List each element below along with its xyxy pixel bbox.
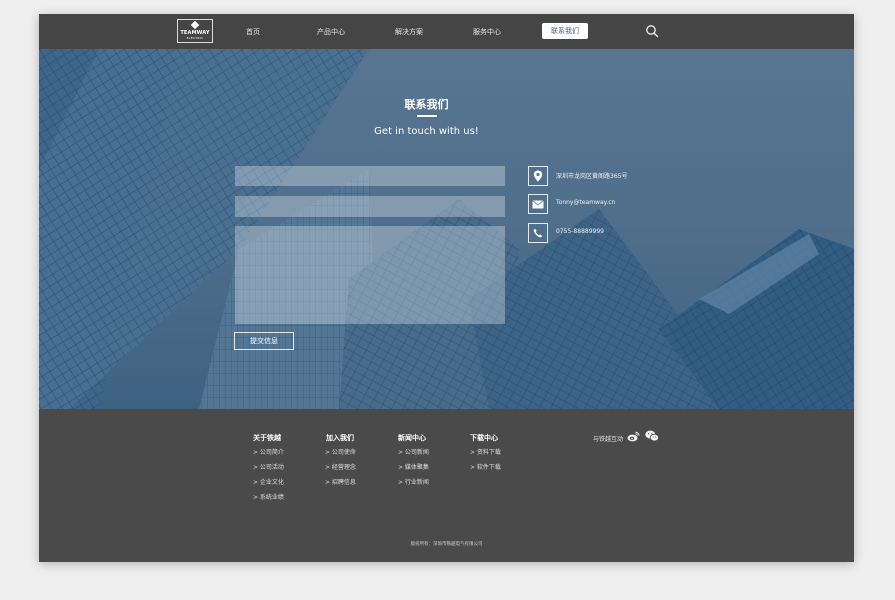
- nav-solutions[interactable]: 解决方案: [392, 24, 426, 40]
- email-field[interactable]: [235, 196, 505, 217]
- weibo-icon[interactable]: [627, 431, 640, 442]
- footer-col-download-title: 下载中心: [470, 433, 498, 442]
- page-frame: TEAMWAY ELECTRIC 首页 产品中心 解决方案 服务中心 联系我们: [39, 14, 854, 562]
- footer-link[interactable]: > 资料下载: [470, 447, 501, 456]
- search-icon[interactable]: [645, 24, 659, 38]
- page-subtitle: Get in touch with us!: [374, 126, 479, 137]
- footer-link[interactable]: > 媒体聚集: [398, 462, 429, 471]
- wechat-icon[interactable]: [645, 430, 659, 442]
- footer-link[interactable]: > 公司简介: [253, 447, 284, 456]
- footer-link[interactable]: > 软件下载: [470, 462, 501, 471]
- phone-icon: [528, 223, 548, 243]
- footer-link[interactable]: > 公司活动: [253, 462, 284, 471]
- nav-home[interactable]: 首页: [239, 24, 267, 40]
- nav-products[interactable]: 产品中心: [314, 24, 348, 40]
- footer-col-about-title: 关于铁越: [253, 433, 281, 442]
- mail-icon: [528, 194, 548, 214]
- social-label: 与铁越互动: [593, 436, 624, 443]
- contact-hero: 联系我们 Get in touch with us! 提交信息 深圳市龙岗区黄阁…: [39, 49, 854, 409]
- title-underline: [417, 115, 437, 117]
- name-field[interactable]: [235, 166, 505, 186]
- footer-col-join-title: 加入我们: [326, 433, 354, 442]
- submit-button[interactable]: 提交信息: [234, 332, 294, 350]
- footer-link[interactable]: > 行业新闻: [398, 477, 429, 486]
- footer-link[interactable]: > 公司新闻: [398, 447, 429, 456]
- logo-sub: ELECTRIC: [186, 36, 204, 40]
- footer-link[interactable]: > 招聘信息: [325, 477, 356, 486]
- location-pin-icon: [528, 166, 548, 186]
- phone-text: 0755-88889999: [556, 228, 604, 235]
- footer-link[interactable]: > 系统业绩: [253, 492, 284, 501]
- header: TEAMWAY ELECTRIC 首页 产品中心 解决方案 服务中心 联系我们: [39, 14, 854, 49]
- logo-mark-icon: [190, 20, 200, 30]
- logo[interactable]: TEAMWAY ELECTRIC: [177, 19, 213, 43]
- address-text: 深圳市龙岗区黄阁路365号: [556, 173, 628, 180]
- nav-service[interactable]: 服务中心: [470, 24, 504, 40]
- nav-contact[interactable]: 联系我们: [542, 23, 588, 39]
- message-field[interactable]: [235, 226, 505, 324]
- footer-link[interactable]: > 公司使命: [325, 447, 356, 456]
- page-title: 联系我们: [404, 98, 449, 111]
- copyright: 版权所有：深圳市铁越电气有限公司: [410, 542, 483, 547]
- footer-link[interactable]: > 企业文化: [253, 477, 284, 486]
- footer: 关于铁越 > 公司简介 > 公司活动 > 企业文化 > 系统业绩 加入我们 > …: [39, 409, 854, 562]
- footer-link[interactable]: > 经营理念: [325, 462, 356, 471]
- email-text[interactable]: Tonny@teamway.cn: [556, 199, 615, 206]
- footer-col-news-title: 新闻中心: [398, 433, 426, 442]
